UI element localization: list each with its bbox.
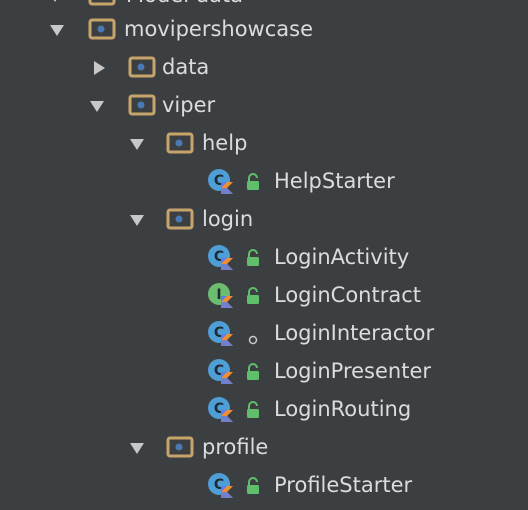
package-folder-icon xyxy=(166,131,194,155)
tree-item-viper[interactable]: viper xyxy=(0,86,528,124)
lock-open-icon xyxy=(245,362,261,380)
chevron-down-icon[interactable] xyxy=(128,210,146,228)
lock-open-icon xyxy=(245,286,261,304)
kotlin-interface-icon: I xyxy=(207,282,233,308)
chevron-down-icon[interactable] xyxy=(48,20,66,38)
tree-item-label: ProfileStarter xyxy=(274,473,413,497)
tree-item-movipershowcase[interactable]: movipershowcase xyxy=(0,10,528,48)
tree-item-loginpresenter[interactable]: C LoginPresenter xyxy=(0,352,528,390)
tree-item-loginrouting[interactable]: C LoginRouting xyxy=(0,390,528,428)
tree-item-label: LoginActivity xyxy=(274,245,410,269)
tree-item-login[interactable]: login xyxy=(0,200,528,238)
chevron-down-icon[interactable] xyxy=(128,134,146,152)
tree-item-label: help xyxy=(202,131,248,155)
tree-item-label: login xyxy=(202,207,254,231)
tree-item-helpstarter[interactable]: C HelpStarter xyxy=(0,162,528,200)
tree-item-profile[interactable]: profile xyxy=(0,428,528,466)
tree-item-loginactivity[interactable]: C LoginActivity xyxy=(0,238,528,276)
project-tree: Model data movipershowcase data viper xyxy=(0,0,528,510)
package-private-icon xyxy=(247,327,259,345)
tree-item-label: profile xyxy=(202,435,269,459)
kotlin-class-icon: C xyxy=(207,396,233,422)
tree-item-label: movipershowcase xyxy=(124,17,313,41)
tree-item-label: viper xyxy=(162,93,216,117)
lock-open-icon xyxy=(245,172,261,190)
tree-item-label: LoginContract xyxy=(274,283,421,307)
lock-open-icon xyxy=(245,476,261,494)
lock-open-icon xyxy=(245,400,261,418)
kotlin-class-icon: C xyxy=(207,244,233,270)
kotlin-class-icon: C xyxy=(207,320,233,346)
svg-text:I: I xyxy=(216,287,221,303)
kotlin-class-icon: C xyxy=(207,168,233,194)
tree-item-label: data xyxy=(162,55,210,79)
tree-item-logincontract[interactable]: I LoginContract xyxy=(0,276,528,314)
tree-item-label: LoginPresenter xyxy=(274,359,431,383)
tree-item-data[interactable]: data xyxy=(0,48,528,86)
kotlin-class-icon: C xyxy=(207,358,233,384)
chevron-down-icon[interactable] xyxy=(46,0,64,4)
chevron-down-icon[interactable] xyxy=(88,96,106,114)
kotlin-class-icon: C xyxy=(207,472,233,498)
package-folder-icon xyxy=(166,435,194,459)
tree-item-profilestarter[interactable]: C ProfileStarter xyxy=(0,466,528,504)
tree-item-label: HelpStarter xyxy=(274,169,395,193)
tree-item-help[interactable]: help xyxy=(0,124,528,162)
chevron-right-icon[interactable] xyxy=(90,58,108,76)
tree-item-logininteractor[interactable]: C LoginInteractor xyxy=(0,314,528,352)
package-folder-icon xyxy=(128,93,156,117)
tree-item-label: Model data xyxy=(126,0,243,9)
tree-item-label: LoginRouting xyxy=(274,397,412,421)
package-folder-icon xyxy=(166,207,194,231)
tree-item-label: LoginInteractor xyxy=(274,321,435,345)
package-folder-icon xyxy=(88,0,116,7)
lock-open-icon xyxy=(245,248,261,266)
package-folder-icon xyxy=(88,17,116,41)
chevron-down-icon[interactable] xyxy=(128,438,146,456)
package-folder-icon xyxy=(128,55,156,79)
